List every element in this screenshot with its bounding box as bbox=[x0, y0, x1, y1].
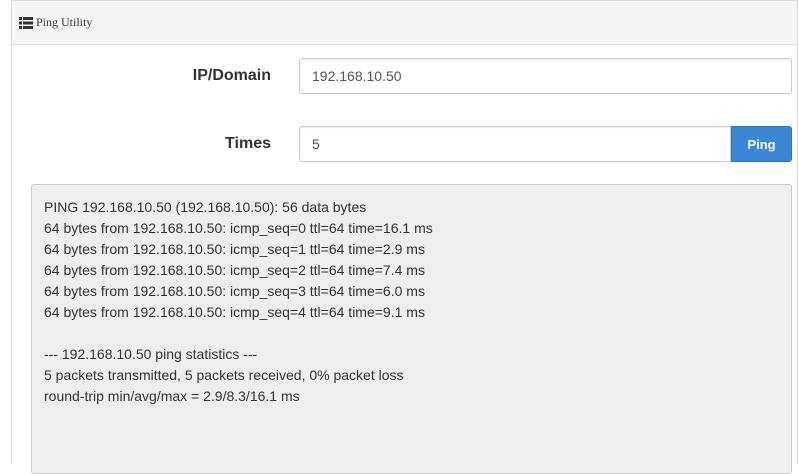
output-line: 64 bytes from 192.168.10.50: icmp_seq=0 … bbox=[44, 220, 433, 236]
output-line: --- 192.168.10.50 ping statistics --- bbox=[44, 346, 258, 362]
output-line: 64 bytes from 192.168.10.50: icmp_seq=3 … bbox=[44, 283, 425, 299]
output-line: 64 bytes from 192.168.10.50: icmp_seq=2 … bbox=[44, 262, 425, 278]
panel-heading: Ping Utility bbox=[12, 1, 797, 45]
panel-title: Ping Utility bbox=[36, 15, 93, 29]
ip-domain-row: IP/Domain bbox=[12, 58, 799, 94]
output-line: 64 bytes from 192.168.10.50: icmp_seq=4 … bbox=[44, 304, 425, 320]
output-line: round-trip min/avg/max = 2.9/8.3/16.1 ms bbox=[44, 388, 300, 404]
times-input[interactable] bbox=[299, 126, 731, 162]
times-label: Times bbox=[225, 135, 271, 152]
output-line: PING 192.168.10.50 (192.168.10.50): 56 d… bbox=[44, 199, 367, 215]
times-row: Times Ping bbox=[12, 126, 799, 162]
list-icon bbox=[19, 16, 33, 29]
ping-utility-panel: Ping Utility IP/Domain Times Ping PING 1… bbox=[11, 0, 799, 474]
output-line: 5 packets transmitted, 5 packets receive… bbox=[44, 367, 404, 383]
ip-domain-input[interactable] bbox=[299, 58, 792, 94]
output-line: 64 bytes from 192.168.10.50: icmp_seq=1 … bbox=[44, 241, 425, 257]
ping-output: PING 192.168.10.50 (192.168.10.50): 56 d… bbox=[31, 184, 792, 474]
ip-domain-label: IP/Domain bbox=[192, 67, 271, 84]
ping-button[interactable]: Ping bbox=[731, 126, 792, 162]
